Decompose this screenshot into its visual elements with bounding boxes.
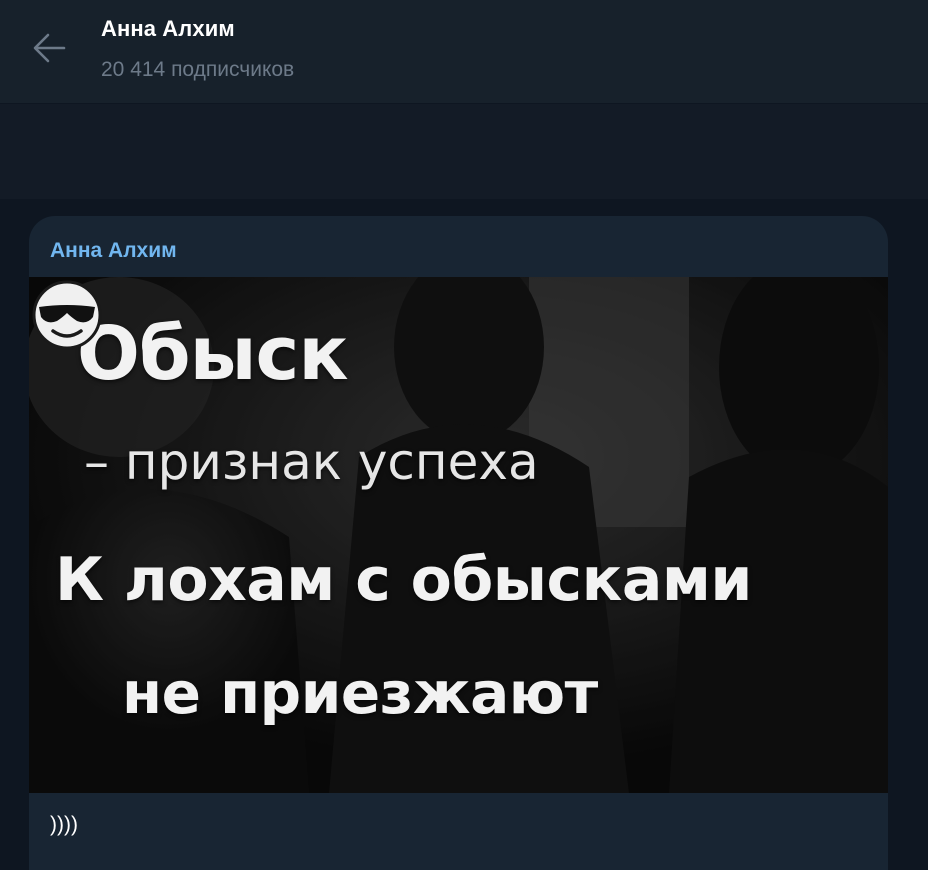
smiling-face-with-sunglasses-icon <box>32 280 102 350</box>
photo-text-line-3: К лохам с обысками <box>55 545 752 615</box>
subscriber-count: 20 414 подписчиков <box>101 58 295 81</box>
arrow-left-icon <box>33 33 66 63</box>
channel-title[interactable]: Анна Алхим <box>101 16 235 42</box>
photo-text-line-1: Обыск <box>77 311 349 397</box>
photo-text-line-4: не приезжают <box>122 659 598 727</box>
photo-text-line-2: – признак успеха <box>84 433 539 491</box>
pinned-message-bar[interactable] <box>0 104 928 199</box>
channel-header: Анна Алхим 20 414 подписчиков <box>0 0 928 103</box>
telegram-channel-view: Анна Алхим 20 414 подписчиков Анна Алхим <box>0 0 928 870</box>
post-photo[interactable]: Обыск – признак успеха К лохам с обыскам… <box>29 277 888 793</box>
message-author[interactable]: Анна Алхим <box>50 239 177 263</box>
back-button[interactable] <box>22 24 72 74</box>
message-caption: )))) <box>50 813 78 836</box>
message-bubble[interactable]: Анна Алхим Обыск – признак успеха К лоха… <box>29 216 888 870</box>
